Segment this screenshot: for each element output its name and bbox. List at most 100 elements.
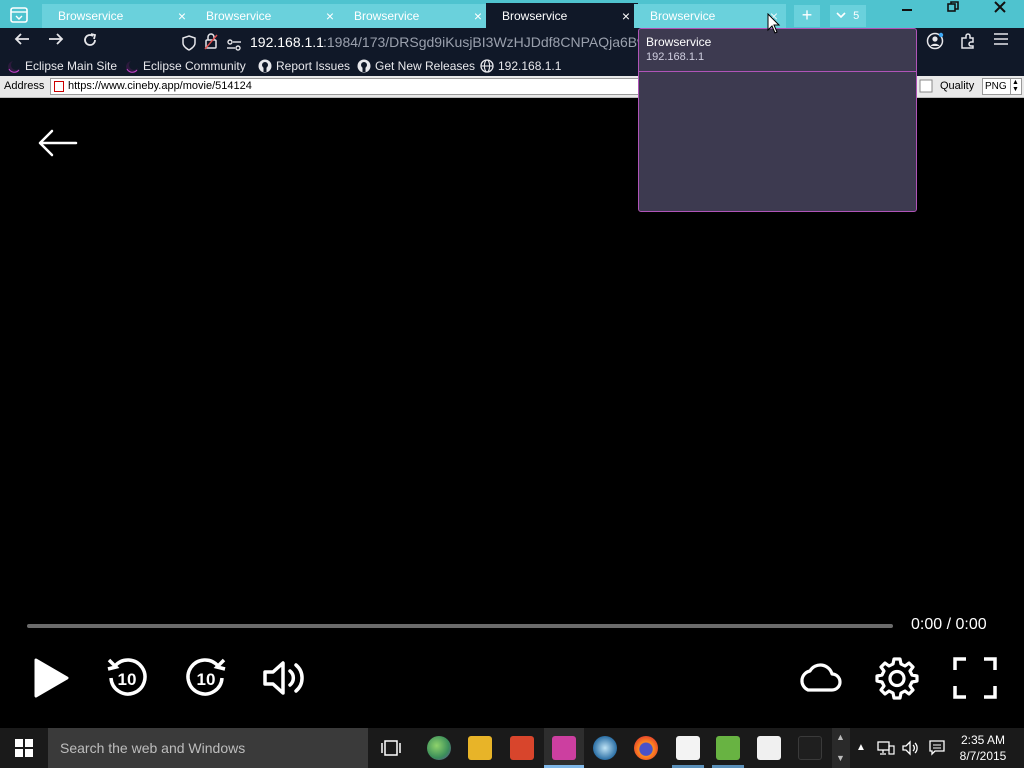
start-button[interactable] [0, 728, 48, 768]
app-globe-icon[interactable] [593, 736, 617, 760]
address-value: https://www.cineby.app/movie/514124 [68, 80, 252, 92]
windows-logo-icon [15, 739, 33, 757]
fullscreen-button[interactable] [951, 654, 999, 702]
bookmark-get-new-releases[interactable]: Get New Releases [357, 58, 475, 74]
rewind-seconds: 10 [118, 670, 137, 689]
url-bar[interactable]: 192.168.1.1 :1984/173/DRSgd9iKusjBI3WzHJ… [178, 30, 651, 57]
eclipse-icon [125, 59, 139, 73]
network-icon[interactable] [877, 740, 895, 761]
tab-list-button[interactable] [6, 4, 32, 26]
task-view-button[interactable] [380, 738, 402, 763]
tab-label: Browservice [354, 9, 420, 23]
puzzle-icon [961, 33, 974, 49]
play-icon [34, 658, 69, 698]
speaker-icon[interactable] [902, 740, 920, 761]
bookmark-eclipse-community[interactable]: Eclipse Community [125, 58, 246, 74]
hamburger-menu-icon [994, 33, 1008, 45]
rewind-10-button[interactable]: 10 [103, 654, 151, 702]
app-kitty-icon[interactable] [676, 736, 700, 760]
taskbar-scroll[interactable]: ▲ ▼ [832, 728, 850, 768]
page-icon [919, 79, 933, 93]
tab-overflow-button[interactable]: 5 [830, 5, 866, 27]
time-display: 0:00 / 0:00 [911, 616, 987, 633]
tooltip-divider [639, 71, 916, 72]
minimize-icon [902, 9, 912, 11]
spinner-icon[interactable]: ▲ ▼ [1010, 79, 1020, 94]
app-green-icon[interactable] [716, 736, 740, 760]
tab-3[interactable]: Browservice × [338, 4, 490, 28]
reload-button[interactable] [79, 32, 101, 52]
forward-seconds: 10 [197, 670, 216, 689]
tab-label: Browservice [206, 9, 272, 23]
back-to-browse-button[interactable] [36, 128, 80, 158]
action-center-icon[interactable] [929, 740, 945, 761]
eclipse-icon [7, 59, 21, 73]
app-sphere-icon[interactable] [427, 736, 451, 760]
close-window-button[interactable] [976, 0, 1024, 20]
seek-bar[interactable] [27, 624, 893, 628]
arrow-left-icon [14, 33, 29, 45]
tab-close-button[interactable]: × [326, 4, 334, 28]
app-dark-icon[interactable] [798, 736, 822, 760]
page-icon [54, 81, 64, 92]
restore-icon [947, 1, 959, 12]
bookmark-eclipse-main-site[interactable]: Eclipse Main Site [7, 58, 117, 74]
fullscreen-icon [953, 657, 997, 699]
file-explorer-icon[interactable] [468, 736, 492, 760]
arrow-left-icon [38, 129, 78, 157]
restore-button[interactable] [930, 0, 976, 20]
account-button[interactable] [924, 32, 946, 52]
tab-label: Browservice [58, 9, 124, 23]
arrow-right-icon [49, 33, 64, 45]
taskbar: Search the web and Windows ▲ ▼ ▲ 2:35 AM… [0, 728, 1024, 768]
scroll-up-icon[interactable]: ▲ [836, 732, 845, 742]
bookmark-report-issues[interactable]: Report Issues [258, 58, 350, 74]
new-tab-button[interactable]: + [794, 5, 820, 27]
back-button[interactable] [11, 32, 33, 52]
settings-button[interactable] [873, 654, 921, 702]
tab-label: Browservice [502, 9, 568, 23]
format-select[interactable]: PNG ▲ ▼ [982, 78, 1022, 95]
clock-time[interactable]: 2:35 AM [958, 733, 1008, 747]
github-icon [258, 59, 272, 73]
lock-warning-icon[interactable] [204, 33, 218, 57]
tab-close-button[interactable]: × [474, 4, 482, 28]
cloud-icon [800, 663, 842, 692]
extensions-button[interactable] [957, 32, 979, 52]
tab-close-button[interactable]: × [622, 3, 630, 29]
tab-4-active[interactable]: Browservice × [486, 3, 638, 30]
firefox-icon[interactable] [634, 736, 658, 760]
play-button[interactable] [27, 654, 75, 702]
quality-label: Quality [940, 80, 975, 92]
bookmark-label: Report Issues [276, 59, 351, 73]
minimize-button[interactable] [884, 0, 930, 20]
scroll-down-icon[interactable]: ▼ [836, 753, 845, 763]
browser-app-icon[interactable] [552, 736, 576, 760]
volume-button[interactable] [261, 654, 309, 702]
menu-button[interactable] [990, 32, 1012, 52]
format-value: PNG [985, 81, 1007, 92]
tab-tooltip: Browservice 192.168.1.1 [638, 28, 917, 212]
bookmark-label: Get New Releases [375, 59, 476, 73]
github-icon [357, 59, 371, 73]
cloud-sources-button[interactable] [794, 654, 842, 702]
forward-button[interactable] [45, 32, 67, 52]
shield-icon[interactable] [182, 34, 196, 58]
taskbar-search-input[interactable]: Search the web and Windows [48, 728, 368, 768]
globe-icon [480, 59, 494, 73]
tray-overflow-icon[interactable]: ▲ [856, 742, 866, 753]
tab-2[interactable]: Browservice × [190, 4, 342, 28]
tab-count: 5 [853, 10, 860, 22]
app-fox-red-icon[interactable] [510, 736, 534, 760]
bookmark-192-168-1-1[interactable]: 192.168.1.1 [480, 58, 561, 74]
close-icon [994, 1, 1006, 13]
clock-date[interactable]: 8/7/2015 [958, 749, 1008, 763]
tab-5-hovered[interactable]: Browservice × [634, 4, 786, 28]
app-paws-icon[interactable] [757, 736, 781, 760]
address-input[interactable]: https://www.cineby.app/movie/514124 [50, 78, 640, 95]
toolbar-button[interactable] [919, 79, 933, 96]
tab-close-button[interactable]: × [178, 4, 186, 28]
url-host: 192.168.1.1 [250, 34, 324, 50]
forward-10-button[interactable]: 10 [182, 654, 230, 702]
tab-1[interactable]: Browservice × [42, 4, 194, 28]
